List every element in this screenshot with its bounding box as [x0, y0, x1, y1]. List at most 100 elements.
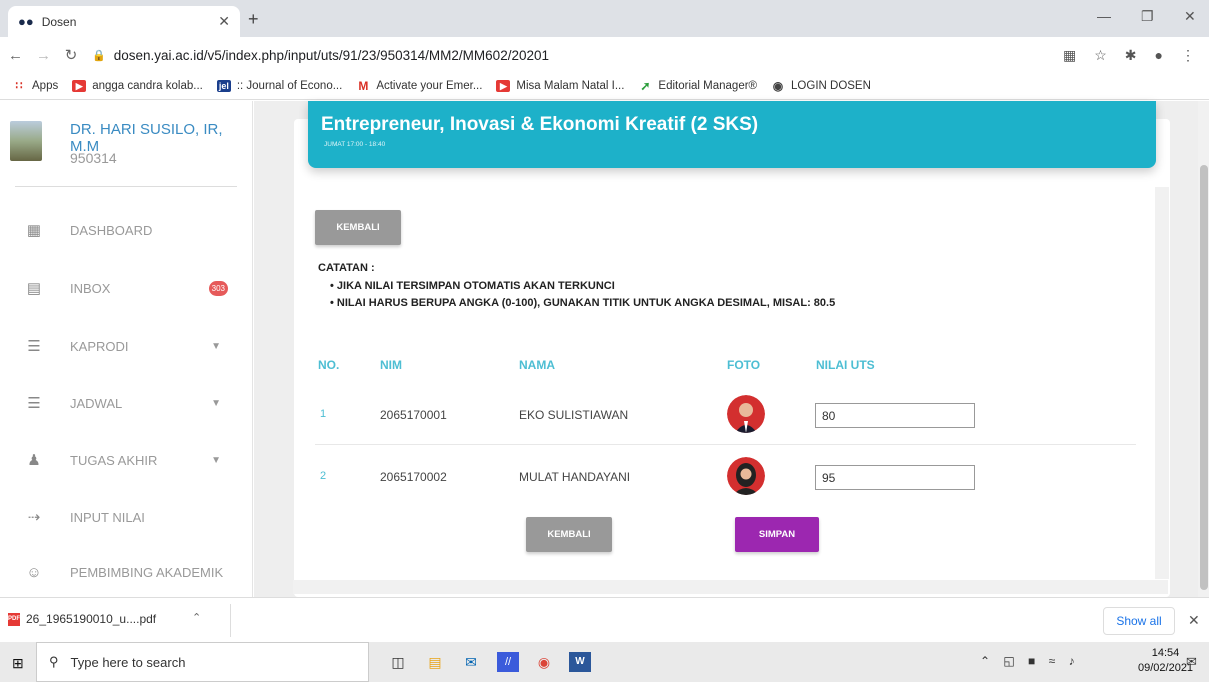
bookmark-journal[interactable]: jel:: Journal of Econo...: [216, 80, 342, 92]
page-scrollbar-thumb[interactable]: [1200, 165, 1208, 590]
apps-grid-icon: ∷: [15, 80, 23, 92]
inbox-icon: ▤: [26, 280, 42, 297]
file-explorer-icon[interactable]: ▤: [424, 652, 446, 672]
bookmark-editorial[interactable]: ➚ Editorial Manager®: [638, 80, 757, 92]
content-horizontal-scrollbar[interactable]: [293, 580, 1168, 594]
bookmark-login[interactable]: ◉ LOGIN DOSEN: [771, 80, 871, 92]
dashboard-icon: ▦: [26, 222, 42, 239]
download-bar: PDF 26_1965190010_u....pdf ⌃ Show all ✕: [0, 597, 1209, 642]
chevron-down-icon: ▼: [211, 340, 221, 352]
globe-icon: ◉: [772, 79, 784, 93]
taskbar-search[interactable]: ⚲ Type here to search: [36, 642, 369, 682]
note-item: NILAI HARUS BERUPA ANGKA (0-100), GUNAKA…: [330, 295, 835, 313]
show-all-button[interactable]: Show all: [1103, 607, 1175, 635]
forward-arrow-icon[interactable]: →: [36, 47, 51, 64]
back-button-top[interactable]: KEMBALI: [315, 210, 401, 245]
youtube-icon: ▶: [496, 80, 511, 92]
nilai-uts-input-2[interactable]: [815, 465, 975, 490]
inbox-count-badge: 303: [208, 280, 228, 296]
new-tab-icon[interactable]: +: [248, 9, 259, 30]
youtube-icon: ▶: [72, 80, 87, 92]
sidebar-item-dashboard[interactable]: ▦ DASHBOARD: [0, 210, 252, 250]
site-favicon-icon: ●●: [18, 14, 34, 29]
people-icon: ♟: [27, 452, 41, 469]
save-button[interactable]: SIMPAN: [735, 517, 819, 552]
gmail-icon: M: [358, 79, 369, 93]
sidebar: DR. HARI SUSILO, IR, M.M 950314 ▦ DASHBO…: [0, 101, 253, 597]
student-photo-1: [727, 395, 765, 433]
reload-icon[interactable]: ↻: [64, 46, 78, 64]
student-photo-2: [727, 457, 765, 495]
header-nim: NIM: [380, 358, 402, 372]
sidebar-item-kaprodi[interactable]: ☰ KAPRODI ▼: [0, 326, 252, 366]
bookmarks-bar: ∷ Apps ▶ angga candra kolab... jel:: Journ…: [0, 73, 1209, 100]
notes: CATATAN : JIKA NILAI TERSIMPAN OTOMATIS …: [318, 260, 835, 313]
download-filename[interactable]: 26_1965190010_u....pdf: [26, 612, 156, 626]
windows-start-icon[interactable]: ⊞: [12, 655, 24, 672]
lock-icon: 🔒: [92, 49, 106, 62]
star-icon[interactable]: ☆: [1094, 47, 1107, 64]
clock[interactable]: 14:54 09/02/2021: [1138, 646, 1193, 676]
bookmark-youtube-2[interactable]: ▶ Misa Malam Natal I...: [496, 80, 624, 92]
sidebar-item-input-nilai[interactable]: ⇢ INPUT NILAI: [0, 497, 252, 537]
tab-title: Dosen: [41, 14, 77, 29]
back-button-bottom[interactable]: KEMBALI: [526, 517, 612, 552]
restore-icon[interactable]: ❐: [1141, 8, 1154, 25]
url-text: dosen.yai.ac.id/v5/index.php/input/uts/9…: [113, 47, 549, 63]
browser-tab[interactable]: ●● Dosen ✕: [8, 6, 240, 37]
browser-toolbar: ← → ↻ 🔒 dosen.yai.ac.id/v5/index.php/inp…: [0, 37, 1209, 73]
search-icon: ⚲: [49, 654, 59, 669]
row-1-nim: 2065170001: [380, 408, 447, 422]
editorial-manager-icon: ➚: [640, 79, 651, 93]
chevron-up-icon[interactable]: ⌃: [192, 611, 201, 624]
chrome-icon[interactable]: ◉: [533, 652, 555, 672]
row-1-nama: EKO SULISTIAWAN: [519, 408, 629, 422]
sidebar-item-pembimbing-akademik[interactable]: ☺ PEMBIMBING AKADEMIK: [0, 552, 252, 592]
taskbar: ⊞ ⚲ Type here to search ◫ ▤ ✉ // ◉ W ⌃ ◱…: [0, 642, 1209, 682]
clock-time: 14:54: [1151, 647, 1180, 659]
bookmark-youtube-1[interactable]: ▶ angga candra kolab...: [72, 80, 203, 92]
row-divider: [315, 444, 1136, 445]
profile-avatar-icon[interactable]: ●: [1155, 47, 1163, 63]
list-icon: ☰: [27, 395, 41, 412]
chevron-down-icon: ▼: [211, 454, 221, 466]
row-1-no: 1: [320, 408, 327, 420]
chevron-down-icon: ▼: [211, 397, 221, 409]
translate-icon[interactable]: ▦: [1063, 47, 1076, 64]
row-2-no: 2: [320, 470, 327, 482]
menu-dots-icon[interactable]: ⋮: [1181, 47, 1195, 64]
sidebar-item-jadwal[interactable]: ☰ JADWAL ▼: [0, 383, 252, 423]
face-icon: ☺: [26, 563, 42, 581]
header-nilai-uts: NILAI UTS: [816, 358, 875, 372]
bookmark-gmail[interactable]: M Activate your Emer...: [356, 80, 482, 92]
bookmark-apps[interactable]: ∷ Apps: [12, 80, 59, 92]
list-icon: ☰: [27, 338, 41, 355]
task-view-icon[interactable]: ◫: [387, 652, 409, 672]
back-arrow-icon[interactable]: ←: [8, 47, 23, 64]
sidebar-divider: [15, 186, 237, 187]
notes-list: JIKA NILAI TERSIMPAN OTOMATIS AKAN TERKU…: [318, 278, 835, 313]
header-foto: FOTO: [727, 358, 761, 372]
sidebar-item-inbox[interactable]: ▤ INBOX 303: [0, 268, 252, 308]
nilai-uts-input-1[interactable]: [815, 403, 975, 428]
close-icon[interactable]: ✕: [1188, 612, 1200, 629]
row-2-nim: 2065170002: [380, 470, 447, 484]
close-window-icon[interactable]: ✕: [1184, 8, 1196, 25]
notification-icon[interactable]: ✉: [1186, 654, 1197, 670]
search-placeholder: Type here to search: [70, 654, 186, 670]
course-title: Entrepreneur, Inovasi & Ekonomi Kreatif …: [321, 114, 759, 135]
content-vertical-scrollbar[interactable]: [1155, 187, 1169, 579]
system-tray-icons[interactable]: ⌃ ◱ ■ ≈ ♪: [980, 654, 1080, 668]
clock-date: 09/02/2021: [1138, 662, 1194, 674]
word-icon[interactable]: W: [569, 652, 591, 672]
extensions-icon[interactable]: ✱: [1125, 47, 1137, 64]
sidebar-item-tugas-akhir[interactable]: ♟ TUGAS AKHIR ▼: [0, 440, 252, 480]
mail-icon[interactable]: ✉: [460, 652, 482, 672]
input-icon: ⇢: [27, 509, 41, 526]
address-bar[interactable]: 🔒 dosen.yai.ac.id/v5/index.php/input/uts…: [92, 41, 1045, 69]
app-icon[interactable]: //: [497, 652, 519, 672]
user-id: 950314: [70, 150, 117, 166]
close-tab-icon[interactable]: ✕: [218, 13, 230, 30]
minimize-icon[interactable]: —: [1097, 8, 1111, 24]
course-header: Entrepreneur, Inovasi & Ekonomi Kreatif …: [308, 101, 1156, 168]
